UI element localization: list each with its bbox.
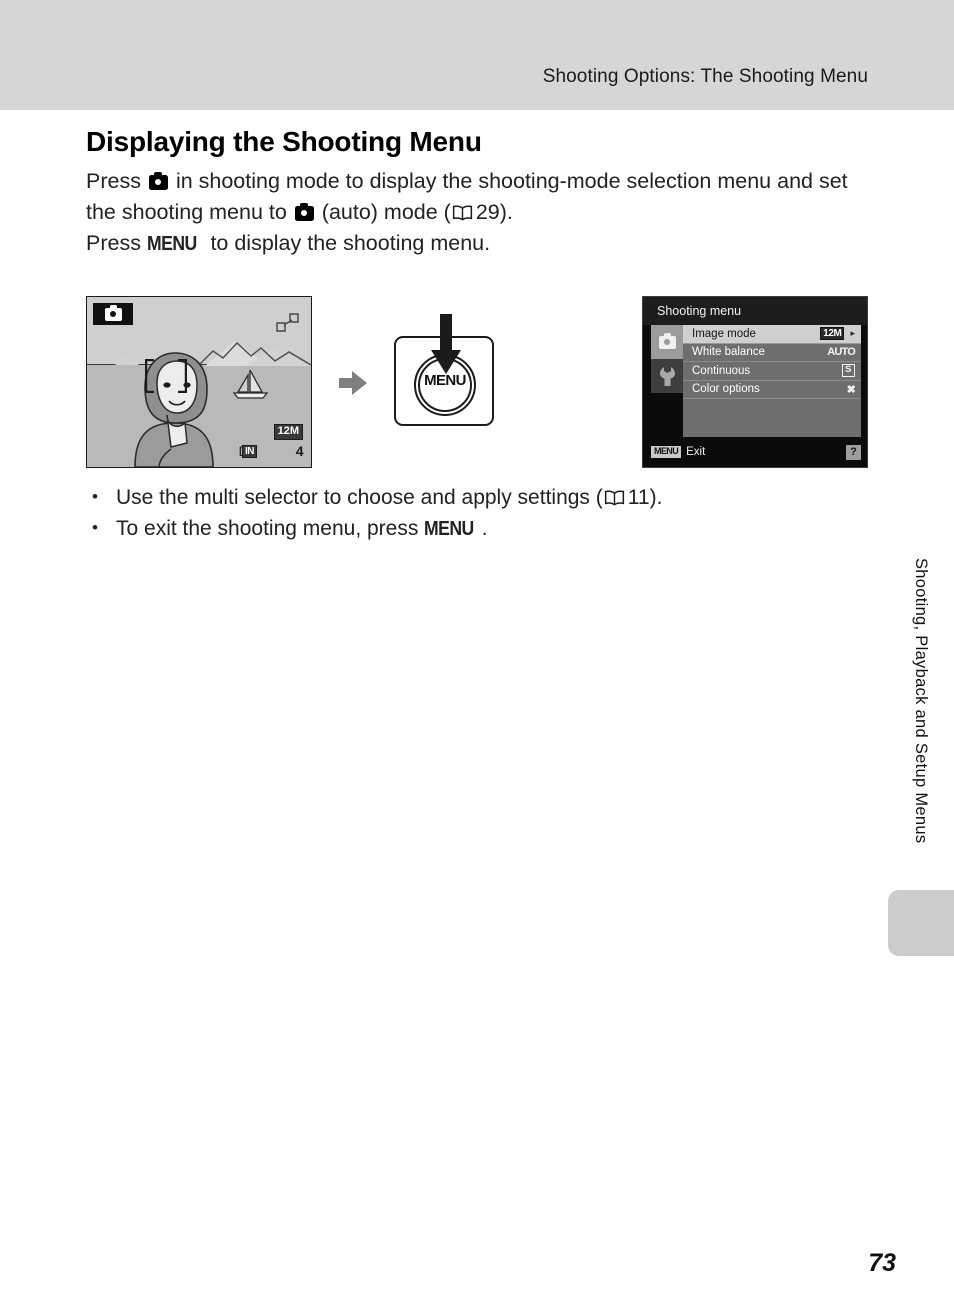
- menu-tab-strip: [651, 325, 683, 437]
- tab-shooting[interactable]: [651, 325, 683, 359]
- running-header-title: Shooting Options: The Shooting Menu: [542, 66, 868, 87]
- shots-remaining: 4: [295, 443, 304, 459]
- book-reference-icon: [604, 484, 625, 506]
- shooting-menu-screen: Shooting menu Image mode 12M ▸ White bal…: [642, 296, 868, 468]
- bullet-2-text-b: .: [481, 517, 488, 540]
- list-item: Use the multi selector to choose and app…: [86, 481, 876, 513]
- bullet-1-text-a: Use the multi selector to choose and app…: [116, 486, 603, 509]
- body-copy: Press in shooting mode to display the sh…: [86, 166, 876, 260]
- camera-auto-icon: [104, 305, 122, 321]
- procedure-figure: [IN 12M 4 MENU Shooting menu Image mode …: [86, 296, 868, 472]
- chevron-right-icon: ▸: [850, 328, 855, 339]
- shooting-mode-badge: [93, 303, 133, 325]
- paragraph-2: Press MENU to display the shooting menu.: [86, 228, 876, 260]
- internal-memory-indicator: [IN: [239, 445, 257, 458]
- camera-auto-icon: [148, 172, 168, 190]
- camera-icon: [658, 333, 676, 349]
- menu-row-value: 12M: [820, 327, 845, 341]
- menu-row-label: White balance: [692, 346, 765, 359]
- focus-area-brackets: [145, 359, 187, 393]
- paragraph-1-text-c: (auto) mode (: [321, 200, 451, 224]
- menu-row-continuous[interactable]: Continuous S: [683, 362, 861, 381]
- menu-row-label: Color options: [692, 383, 760, 396]
- bullet-1-text-b: ).: [649, 486, 663, 509]
- paragraph-1-page-ref: 29: [475, 200, 500, 224]
- paragraph-1-text-d: ).: [499, 200, 513, 224]
- list-item: To exit the shooting menu, press MENU.: [86, 512, 876, 545]
- menu-button-label: MENU: [146, 233, 197, 255]
- page-title: Displaying the Shooting Menu: [86, 126, 482, 157]
- menu-button-text: MENU: [424, 372, 466, 389]
- exit-label: Exit: [686, 446, 706, 458]
- shooting-menu-title: Shooting menu: [643, 297, 867, 325]
- bullet-1-page-ref: 11: [627, 486, 650, 509]
- menu-button-label: MENU: [424, 518, 474, 540]
- camera-liveview-illustration: [IN 12M 4: [86, 296, 312, 468]
- paragraph-2-text-a: Press: [86, 231, 141, 255]
- sailboat-shape: [232, 369, 269, 399]
- menu-button-illustration: MENU: [386, 314, 502, 426]
- lcd-status-readout: 12M 4: [273, 421, 304, 459]
- bullet-2-text-a: To exit the shooting menu, press: [116, 517, 419, 540]
- wrench-icon: [659, 366, 675, 386]
- camera-auto-icon: [294, 203, 314, 221]
- af-macro-icon: [276, 313, 299, 332]
- menu-row-value: AUTO: [827, 346, 856, 359]
- menu-row-image-mode[interactable]: Image mode 12M ▸: [683, 325, 861, 344]
- menu-row-value: S: [841, 364, 855, 378]
- tab-setup[interactable]: [651, 359, 683, 393]
- paragraph-1-text-a: Press: [86, 169, 141, 193]
- book-reference-icon: [452, 199, 473, 221]
- instruction-bullet-list: Use the multi selector to choose and app…: [86, 481, 876, 545]
- paragraph-1: Press in shooting mode to display the sh…: [86, 166, 876, 228]
- menu-row-value: ✖: [846, 383, 856, 396]
- press-down-arrow-icon: [431, 314, 461, 374]
- menu-row-color-options[interactable]: Color options ✖: [683, 381, 861, 399]
- menu-row-label: Continuous: [692, 364, 751, 377]
- menu-row-white-balance[interactable]: White balance AUTO: [683, 344, 861, 362]
- page-number: 73: [868, 1249, 896, 1277]
- section-side-title: Shooting, Playback and Setup Menus: [912, 558, 930, 844]
- paragraph-2-text-b: to display the shooting menu.: [210, 231, 491, 255]
- shooting-menu-footer: MENU Exit ?: [651, 443, 861, 461]
- running-header-band: [0, 0, 954, 110]
- help-icon[interactable]: ?: [846, 444, 861, 460]
- shooting-menu-list: Image mode 12M ▸ White balance AUTO Cont…: [683, 325, 861, 437]
- menu-row-label: Image mode: [692, 327, 756, 340]
- menu-key-chip: MENU: [651, 446, 682, 458]
- flow-arrow-right-icon: [339, 371, 367, 395]
- menu-empty-area: [683, 399, 861, 435]
- section-thumb-tab: [888, 890, 954, 956]
- image-mode-badge: 12M: [273, 424, 303, 440]
